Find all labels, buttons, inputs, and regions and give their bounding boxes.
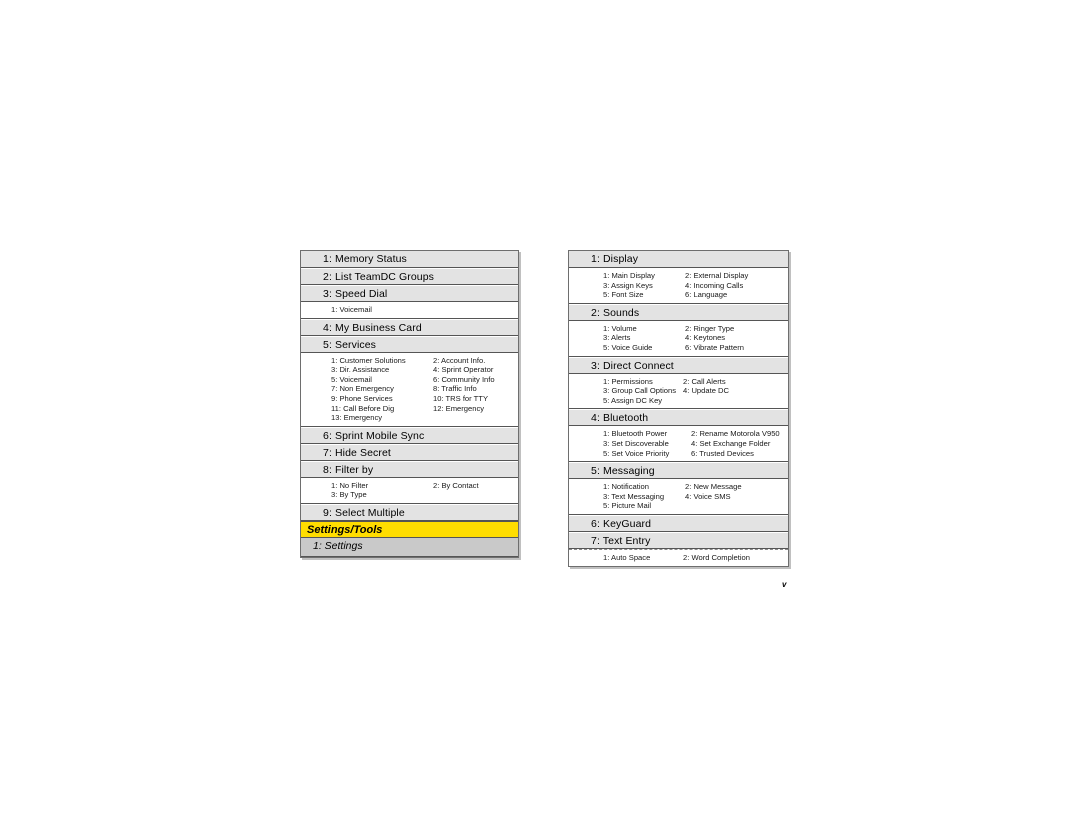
menu-header-label: 3: Speed Dial (323, 288, 388, 300)
submenu-messaging: 1: Notification 2: New Message 3: Text M… (569, 479, 788, 515)
menu-header-messaging[interactable]: 5: Messaging (569, 462, 788, 480)
submenu-item[interactable]: 3: Set Discoverable (603, 439, 691, 449)
menu-header-filter-by[interactable]: 8: Filter by (301, 460, 518, 478)
menu-subheader-settings[interactable]: 1: Settings (301, 537, 518, 557)
submenu-item[interactable]: 2: New Message (685, 482, 788, 492)
menu-header-direct-connect[interactable]: 3: Direct Connect (569, 356, 788, 374)
submenu-text-entry: 1: Auto Space 2: Word Completion (569, 548, 788, 566)
submenu-item[interactable]: 6: Trusted Devices (691, 449, 788, 459)
submenu-item[interactable]: 1: No Filter (331, 481, 433, 491)
submenu-item[interactable]: 1: Main Display (603, 271, 685, 281)
submenu-item[interactable]: 5: Picture Mail (603, 501, 685, 511)
menu-header-label: 6: Sprint Mobile Sync (323, 429, 425, 442)
submenu-item[interactable]: 4: Set Exchange Folder (691, 439, 788, 449)
menu-header-list-teamdc-groups[interactable]: 2: List TeamDC Groups (301, 268, 518, 285)
menu-header-label: 7: Hide Secret (323, 446, 391, 459)
submenu-item[interactable]: 11: Call Before Dig (331, 404, 433, 414)
menu-header-label: 6: KeyGuard (591, 517, 652, 530)
submenu-item[interactable]: 2: External Display (685, 271, 788, 281)
submenu-item[interactable]: 2: By Contact (433, 481, 518, 491)
menu-subheader-label: 1: Settings (313, 539, 363, 552)
submenu-item[interactable]: 4: Incoming Calls (685, 281, 788, 291)
submenu-filter-by: 1: No Filter 2: By Contact 3: By Type (301, 477, 518, 504)
submenu-speed-dial: 1: Voicemail (301, 302, 518, 319)
submenu-item[interactable]: 3: By Type (331, 490, 433, 500)
submenu-item[interactable]: 7: Non Emergency (331, 384, 433, 394)
submenu-sounds: 1: Volume 2: Ringer Type 3: Alerts 4: Ke… (569, 320, 788, 357)
submenu-item[interactable]: 1: Notification (603, 482, 685, 492)
menu-header-services[interactable]: 5: Services (301, 335, 518, 353)
menu-header-display[interactable]: 1: Display (569, 251, 788, 268)
menu-header-label: 4: Bluetooth (591, 412, 649, 425)
submenu-item[interactable]: 3: Alerts (603, 333, 685, 343)
submenu-item[interactable]: 4: Voice SMS (685, 492, 788, 502)
menu-table-left: 1: Memory Status 2: List TeamDC Groups 3… (300, 250, 519, 558)
submenu-item[interactable]: 4: Sprint Operator (433, 365, 518, 375)
menu-header-label: 1: Memory Status (323, 253, 407, 265)
submenu-item[interactable]: 9: Phone Services (331, 394, 433, 404)
submenu-item[interactable]: 3: Assign Keys (603, 281, 685, 291)
submenu-item[interactable]: 5: Set Voice Priority (603, 449, 691, 459)
menu-header-label: 2: Sounds (591, 306, 640, 319)
submenu-item[interactable]: 1: Permissions (603, 377, 683, 387)
submenu-item[interactable]: 10: TRS for TTY (433, 394, 518, 404)
menu-header-select-multiple[interactable]: 9: Select Multiple (301, 503, 518, 521)
menu-header-label: 4: My Business Card (323, 321, 422, 334)
menu-header-label: 7: Text Entry (591, 534, 651, 547)
submenu-item[interactable]: 2: Word Completion (683, 553, 788, 563)
section-header-label: Settings/Tools (307, 523, 383, 536)
submenu-item[interactable]: 2: Ringer Type (685, 324, 788, 334)
submenu-item[interactable]: 5: Voicemail (331, 375, 433, 385)
submenu-bluetooth: 1: Bluetooth Power 2: Rename Motorola V9… (569, 426, 788, 463)
submenu-item[interactable]: 5: Voice Guide (603, 343, 685, 353)
menu-header-hide-secret[interactable]: 7: Hide Secret (301, 443, 518, 461)
submenu-item[interactable]: 3: Dir. Assistance (331, 365, 433, 375)
menu-header-bluetooth[interactable]: 4: Bluetooth (569, 409, 788, 427)
submenu-item[interactable]: 2: Rename Motorola V950 (691, 429, 788, 439)
submenu-item[interactable]: 6: Vibrate Pattern (685, 343, 788, 353)
section-header-settings-tools[interactable]: Settings/Tools (301, 520, 518, 538)
submenu-item[interactable]: 1: Voicemail (331, 305, 518, 315)
submenu-item[interactable]: 1: Bluetooth Power (603, 429, 691, 439)
menu-header-keyguard[interactable]: 6: KeyGuard (569, 514, 788, 532)
submenu-item[interactable]: 2: Call Alerts (683, 377, 788, 387)
menu-header-sounds[interactable]: 2: Sounds (569, 303, 788, 321)
submenu-item[interactable]: 5: Assign DC Key (603, 396, 683, 406)
menu-header-speed-dial[interactable]: 3: Speed Dial (301, 285, 518, 302)
submenu-display: 1: Main Display 2: External Display 3: A… (569, 268, 788, 304)
submenu-item[interactable]: 5: Font Size (603, 290, 685, 300)
submenu-item[interactable]: 6: Community Info (433, 375, 518, 385)
submenu-services: 1: Customer Solutions 2: Account Info. 3… (301, 352, 518, 427)
menu-header-my-business-card[interactable]: 4: My Business Card (301, 318, 518, 336)
submenu-item[interactable]: 13: Emergency (331, 413, 433, 423)
menu-header-label: 8: Filter by (323, 463, 374, 476)
submenu-item[interactable]: 3: Group Call Options (603, 386, 683, 396)
menu-header-label: 2: List TeamDC Groups (323, 271, 435, 283)
submenu-item[interactable]: 8: Traffic Info (433, 384, 518, 394)
menu-header-label: 9: Select Multiple (323, 506, 405, 519)
submenu-direct-connect: 1: Permissions 2: Call Alerts 3: Group C… (569, 373, 788, 410)
submenu-item[interactable]: 4: Update DC (683, 386, 788, 396)
submenu-item[interactable]: 4: Keytones (685, 333, 788, 343)
document-page: 1: Memory Status 2: List TeamDC Groups 3… (0, 0, 1080, 834)
menu-table-right: 1: Display 1: Main Display 2: External D… (568, 250, 789, 567)
page-number: v (782, 580, 787, 589)
menu-header-text-entry[interactable]: 7: Text Entry (569, 531, 788, 549)
menu-header-label: 5: Messaging (591, 465, 655, 478)
submenu-item[interactable]: 1: Customer Solutions (331, 356, 433, 366)
submenu-item[interactable]: 1: Volume (603, 324, 685, 334)
submenu-item[interactable]: 6: Language (685, 290, 788, 300)
menu-header-memory-status[interactable]: 1: Memory Status (301, 251, 518, 268)
submenu-item[interactable]: 12: Emergency (433, 404, 518, 414)
menu-header-label: 3: Direct Connect (591, 359, 674, 372)
submenu-item[interactable]: 2: Account Info. (433, 356, 518, 366)
menu-header-label: 1: Display (591, 253, 639, 265)
menu-header-sprint-mobile-sync[interactable]: 6: Sprint Mobile Sync (301, 426, 518, 444)
menu-header-label: 5: Services (323, 338, 377, 351)
submenu-item[interactable]: 3: Text Messaging (603, 492, 685, 502)
submenu-item[interactable]: 1: Auto Space (603, 553, 683, 563)
